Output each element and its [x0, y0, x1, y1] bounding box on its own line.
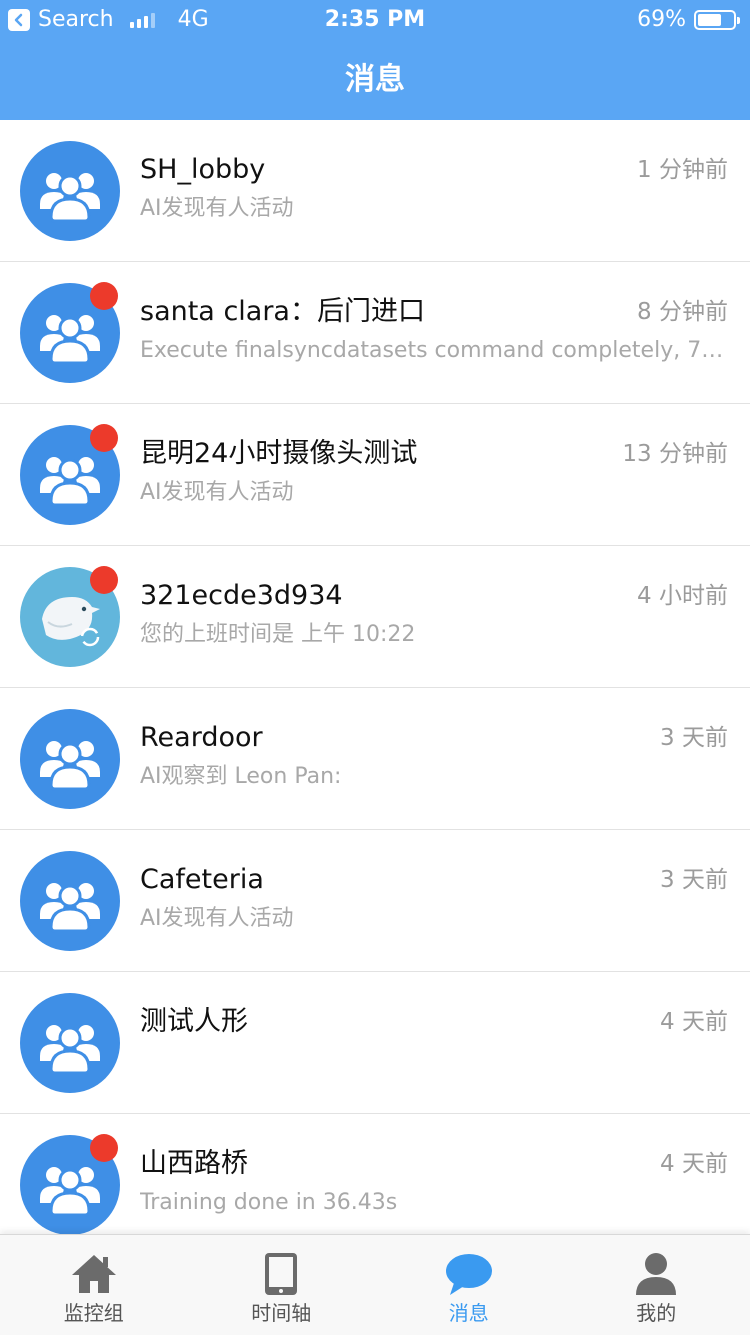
conversation-preview: AI观察到 Leon Pan: — [140, 760, 726, 794]
tab-label[interactable]: 我的 — [563, 1299, 750, 1327]
tab-tablet[interactable]: 时间轴 — [188, 1235, 376, 1335]
battery-percent: 69% — [637, 6, 686, 34]
group-avatar-icon — [20, 993, 120, 1093]
tab-label[interactable]: 时间轴 — [188, 1299, 376, 1327]
tab-label[interactable]: 监控组 — [0, 1299, 188, 1327]
conversation-preview: AI发现有人活动 — [140, 902, 726, 936]
conversation-name: 测试人形 — [140, 1002, 248, 1042]
conversation-name: Cafeteria — [140, 860, 264, 900]
conversation-time: 8 分钟前 — [637, 294, 728, 330]
home-icon[interactable] — [69, 1251, 119, 1297]
battery-icon — [694, 10, 736, 30]
page-title: 消息 — [0, 58, 750, 102]
conversation-name: santa clara：后门进口 — [140, 292, 425, 332]
unread-badge — [90, 566, 118, 594]
chat-bubble-icon[interactable] — [444, 1251, 494, 1297]
group-avatar-icon — [20, 709, 120, 809]
conversation-name: 321ecde3d934 — [140, 576, 343, 616]
status-bar: Search 4G 2:35 PM 69% — [0, 0, 750, 40]
tab-person[interactable]: 我的 — [563, 1235, 750, 1335]
tab-chat-bubble[interactable]: 消息 — [375, 1235, 563, 1335]
conversation-preview: AI发现有人活动 — [140, 476, 726, 510]
conversation-name: 山西路桥 — [140, 1144, 248, 1184]
conversation-item[interactable]: 测试人形 4 天前 — [0, 972, 750, 1114]
conversation-preview: Execute finalsyncdatasets command comple… — [140, 334, 726, 368]
unread-badge — [90, 282, 118, 310]
conversation-time: 4 天前 — [660, 1146, 728, 1182]
conversation-item[interactable]: santa clara：后门进口 8 分钟前 Execute finalsyncda… — [0, 262, 750, 404]
conversation-time: 3 天前 — [660, 862, 728, 898]
conversation-list[interactable]: SH_lobby 1 分钟前 AI发现有人活动 santa clara：后门进口 8 分… — [0, 120, 750, 1234]
unread-badge — [90, 424, 118, 452]
unread-badge — [90, 1134, 118, 1162]
battery-status: 69% — [637, 6, 736, 34]
conversation-item[interactable]: 山西路桥 4 天前 Training done in 36.43s — [0, 1114, 750, 1234]
group-avatar-icon — [20, 851, 120, 951]
person-icon[interactable] — [631, 1251, 681, 1297]
conversation-preview: AI发现有人活动 — [140, 192, 726, 226]
conversation-item[interactable]: 321ecde3d934 4 小时前您的上班时间是 上午 10:22 — [0, 546, 750, 688]
conversation-name: Reardoor — [140, 718, 263, 758]
group-avatar-icon — [20, 141, 120, 241]
conversation-preview: Training done in 36.43s — [140, 1186, 726, 1220]
header: Search 4G 2:35 PM 69% 消息 — [0, 0, 750, 120]
tab-home[interactable]: 监控组 — [0, 1235, 188, 1335]
conversation-time: 1 分钟前 — [637, 152, 728, 188]
conversation-time: 4 天前 — [660, 1004, 728, 1040]
conversation-name: SH_lobby — [140, 150, 265, 190]
conversation-item[interactable]: 昆明24小时摄像头测试 13 分钟前 AI发现有人活动 — [0, 404, 750, 546]
conversation-item[interactable]: Cafeteria 3 天前 AI发现有人活动 — [0, 830, 750, 972]
conversation-time: 13 分钟前 — [622, 436, 728, 472]
conversation-item[interactable]: SH_lobby 1 分钟前 AI发现有人活动 — [0, 120, 750, 262]
conversation-item[interactable]: Reardoor 3 天前 AI观察到 Leon Pan: — [0, 688, 750, 830]
conversation-name: 昆明24小时摄像头测试 — [140, 434, 417, 474]
tab-label[interactable]: 消息 — [375, 1299, 563, 1327]
conversation-time: 4 小时前 — [637, 578, 728, 614]
tab-bar: 监控组时间轴消息我的 — [0, 1234, 750, 1335]
conversation-time: 3 天前 — [660, 720, 728, 756]
tablet-icon[interactable] — [256, 1251, 306, 1297]
conversation-preview: 您的上班时间是 上午 10:22 — [140, 618, 726, 652]
